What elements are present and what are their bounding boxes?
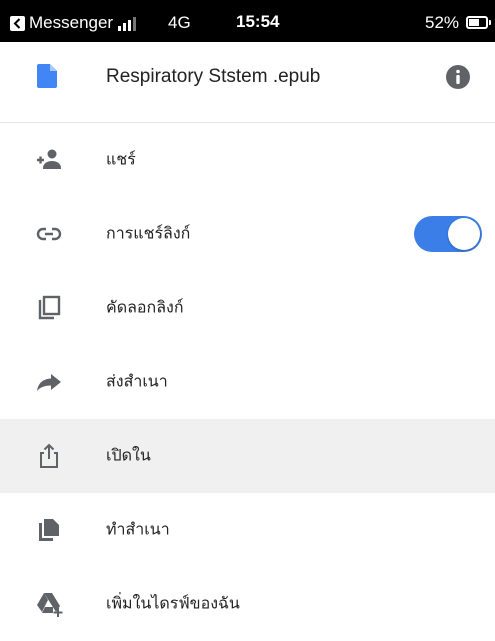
add-person-icon [37,149,61,169]
menu-item-open-in[interactable]: เปิดใน [0,419,495,493]
copy-icon [38,295,61,320]
forward-arrow-icon [37,374,61,391]
link-sharing-toggle[interactable] [414,216,482,252]
share-up-icon [40,443,58,468]
menu-item-link-sharing[interactable]: การแชร์ลิงก์ [0,197,495,271]
menu-label-link-sharing: การแชร์ลิงก์ [106,223,191,243]
status-bar: Messenger 4G 15:54 52% [0,0,495,42]
link-icon [36,227,62,241]
battery-tip [489,20,491,25]
menu-item-copy-link[interactable]: คัดลอกลิงก์ [0,271,495,345]
back-app-name[interactable]: Messenger [29,13,113,33]
menu-label-share: แชร์ [106,149,136,169]
sheet-header: Respiratory Ststem .epub [0,42,495,123]
toggle-knob [448,218,480,250]
add-to-drive-icon [37,593,63,617]
back-to-app-icon[interactable] [10,16,25,31]
menu-label-copy-link: คัดลอกลิงก์ [106,297,184,317]
battery-percent: 52% [425,13,460,32]
menu-item-share[interactable]: แชร์ [0,123,495,197]
menu-item-add-to-drive[interactable]: เพิ่มในไดรฟ์ของฉัน [0,567,495,641]
menu-label-open-in: เปิดใน [106,445,151,465]
menu-label-send-copy: ส่งสำเนา [106,371,168,391]
network-type: 4G [168,13,191,32]
menu-label-add-to-drive: เพิ่มในไดรฟ์ของฉัน [106,593,240,613]
menu-item-make-copy[interactable]: ทำสำเนา [0,493,495,567]
clock: 15:54 [236,12,280,31]
menu-item-send-copy[interactable]: ส่งสำเนา [0,345,495,419]
document-icon [37,64,57,88]
signal-icon [118,17,140,31]
action-menu: แชร์ การแชร์ลิงก์ คัดลอกลิงก์ ส่งสำเนา เ… [0,123,495,641]
file-title: Respiratory Ststem .epub [106,66,321,87]
battery-icon [466,16,488,29]
menu-label-make-copy: ทำสำเนา [106,519,170,539]
duplicate-icon [39,519,59,541]
info-icon[interactable] [445,64,471,90]
